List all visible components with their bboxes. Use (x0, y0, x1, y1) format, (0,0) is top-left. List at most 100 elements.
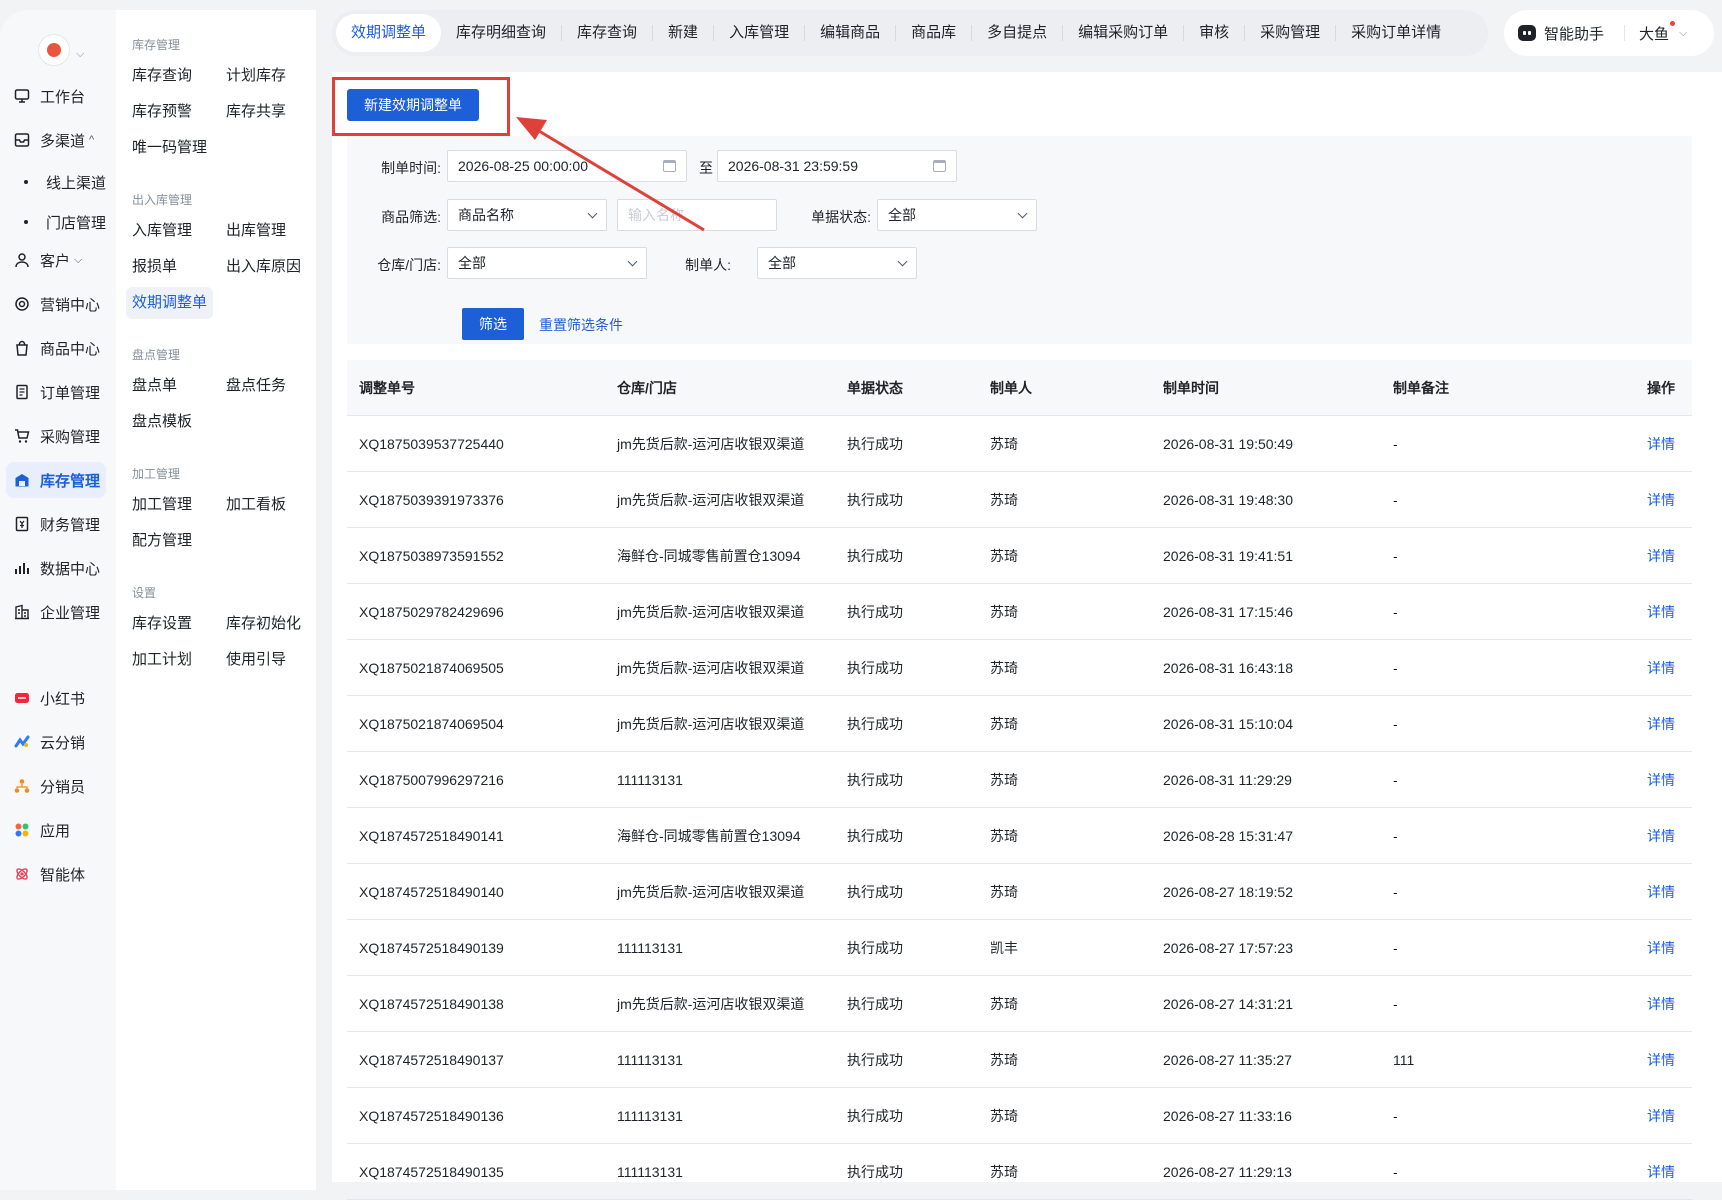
chevron-down-icon[interactable]: ⌵ (76, 48, 84, 61)
tab-goods-library[interactable]: 商品库 (896, 14, 971, 52)
menu-item-inbound[interactable]: 入库管理 (126, 215, 198, 247)
goods-name-input[interactable]: 输入名称 (617, 199, 777, 231)
rail-item-inventory[interactable]: 库存管理 (6, 462, 106, 498)
maker-select[interactable]: 全部 (757, 247, 917, 279)
table-cell: 执行成功 (847, 883, 903, 900)
menu-item-expiry-adjustment[interactable]: 效期调整单 (126, 287, 214, 319)
table-cell: 2026-08-31 19:41:51 (1163, 547, 1293, 564)
tab-inventory-query[interactable]: 库存查询 (562, 14, 652, 52)
user-menu[interactable]: 大鱼 (1639, 20, 1676, 44)
detail-link[interactable]: 详情 (1647, 1050, 1692, 1070)
menu-item-stocktake-template[interactable]: 盘点模板 (126, 406, 198, 438)
rail-item-data[interactable]: 数据中心 (6, 550, 106, 586)
menu-item-io-reasons[interactable]: 出入库原因 (220, 251, 307, 283)
detail-link[interactable]: 详情 (1647, 1162, 1692, 1182)
menu-item-inventory-settings[interactable]: 库存设置 (126, 608, 198, 640)
detail-link[interactable]: 详情 (1647, 602, 1692, 622)
table-cell: 2026-08-27 18:19:52 (1163, 883, 1293, 900)
table-cell: - (1393, 1107, 1398, 1124)
menu-item-outbound[interactable]: 出库管理 (220, 215, 292, 247)
detail-link[interactable]: 详情 (1647, 546, 1692, 566)
rail-item-customer[interactable]: 客户 ⌵ (6, 242, 106, 278)
filter-button[interactable]: 筛选 (462, 308, 524, 340)
column-header: 单据状态 (847, 379, 903, 396)
table-cell: XQ1875039537725440 (359, 435, 504, 452)
end-date-picker[interactable]: 2026-08-31 23:59:59 (717, 150, 957, 182)
tab-inbound[interactable]: 入库管理 (714, 14, 804, 52)
table-row: XQ1874572518490135 111113131 执行成功 苏琦 2026-08… (347, 1144, 1692, 1200)
menu-item-guide[interactable]: 使用引导 (220, 644, 292, 676)
store-select[interactable]: 全部 (447, 247, 647, 279)
goods-name-placeholder: 输入名称 (628, 207, 684, 223)
menu-item-inventory-alert[interactable]: 库存预警 (126, 96, 198, 128)
assistant-button[interactable]: 智能助手 (1544, 23, 1604, 44)
rail-item-stores[interactable]: 门店管理 (6, 204, 106, 240)
menu-item-unique-code[interactable]: 唯一码管理 (126, 132, 213, 164)
rail-item-enterprise[interactable]: 企业管理 (6, 594, 106, 630)
menu-item-processing-board[interactable]: 加工看板 (220, 489, 292, 521)
rail-item-goods[interactable]: 商品中心 (6, 330, 106, 366)
menu-item-processing[interactable]: 加工管理 (126, 489, 198, 521)
detail-link[interactable]: 详情 (1647, 882, 1692, 902)
reset-filters-link[interactable]: 重置筛选条件 (539, 315, 623, 335)
detail-link[interactable]: 详情 (1647, 658, 1692, 678)
menu-item-stocktake[interactable]: 盘点单 (126, 370, 183, 402)
detail-link[interactable]: 详情 (1647, 994, 1692, 1014)
column-header: 制单备注 (1393, 379, 1449, 396)
menu-item-recipes[interactable]: 配方管理 (126, 525, 198, 557)
goods-filter-type-select[interactable]: 商品名称 (447, 199, 607, 231)
menu-item-damage-report[interactable]: 报损单 (126, 251, 183, 283)
menu-item-processing-plan[interactable]: 加工计划 (126, 644, 198, 676)
table-cell: 2026-08-31 17:15:46 (1163, 603, 1293, 620)
rail-item-apps[interactable]: 应用 (6, 812, 106, 848)
rail-item-agent[interactable]: 智能体 (6, 856, 106, 892)
avatar[interactable] (38, 34, 70, 66)
rail-item-workbench[interactable]: 工作台 (6, 78, 106, 114)
menu-item-inventory-sharing[interactable]: 库存共享 (220, 96, 292, 128)
table-cell: jm先货后款-运河店收银双渠道 (617, 883, 805, 900)
detail-link[interactable]: 详情 (1647, 434, 1692, 454)
tab-inventory-detail-query[interactable]: 库存明细查询 (441, 14, 561, 52)
rail-item-finance[interactable]: 财务管理 (6, 506, 106, 542)
rail-item-channels[interactable]: 多渠道 ^ (6, 122, 106, 158)
start-date-picker[interactable]: 2026-08-25 00:00:00 (447, 150, 687, 182)
tab-edit-purchase-order[interactable]: 编辑采购订单 (1063, 14, 1183, 52)
tab-expiry-adjustment[interactable]: 效期调整单 (336, 14, 442, 52)
tab-pickup-points[interactable]: 多自提点 (972, 14, 1062, 52)
tab-purchase-order-detail[interactable]: 采购订单详情 (1336, 14, 1456, 52)
rail-item-cloud-distribution[interactable]: 云分销 (6, 724, 106, 760)
workbench-icon (14, 88, 30, 104)
menu-item-stocktake-task[interactable]: 盘点任务 (220, 370, 292, 402)
table-cell: jm先货后款-运河店收银双渠道 (617, 995, 805, 1012)
chevron-down-icon[interactable]: ⌵ (1679, 27, 1687, 40)
menu-item-inventory-query[interactable]: 库存查询 (126, 60, 198, 92)
tab-new[interactable]: 新建 (653, 14, 713, 52)
detail-link[interactable]: 详情 (1647, 826, 1692, 846)
column-header: 制单时间 (1163, 379, 1219, 396)
table-cell: 执行成功 (847, 771, 903, 788)
detail-link[interactable]: 详情 (1647, 770, 1692, 790)
rail-item-online-channels[interactable]: 线上渠道 (6, 164, 106, 200)
rail-item-orders[interactable]: 订单管理 (6, 374, 106, 410)
table-cell: XQ1875029782429696 (359, 603, 504, 620)
status-select[interactable]: 全部 (877, 199, 1037, 231)
rail-item-distributor[interactable]: 分销员 (6, 768, 106, 804)
tab-purchase-management[interactable]: 采购管理 (1245, 14, 1335, 52)
user-name: 大鱼 (1639, 25, 1670, 43)
detail-link[interactable]: 详情 (1647, 490, 1692, 510)
tab-review[interactable]: 审核 (1184, 14, 1244, 52)
table-cell: 2026-08-28 15:31:47 (1163, 827, 1293, 844)
detail-link[interactable]: 详情 (1647, 938, 1692, 958)
table-cell: 执行成功 (847, 659, 903, 676)
table-cell: 2026-08-31 11:29:29 (1163, 771, 1292, 788)
adjustment-table: 调整单号 仓库/门店 单据状态 制单人 制单时间 制单备注 操作 XQ18750… (347, 360, 1692, 1200)
menu-item-inventory-init[interactable]: 库存初始化 (220, 608, 307, 640)
detail-link[interactable]: 详情 (1647, 1106, 1692, 1126)
rail-item-purchase[interactable]: 采购管理 (6, 418, 106, 454)
rail-item-marketing[interactable]: 营销中心 (6, 286, 106, 322)
cloud-distribution-icon (14, 734, 30, 750)
detail-link[interactable]: 详情 (1647, 714, 1692, 734)
menu-item-planned-inventory[interactable]: 计划库存 (220, 60, 292, 92)
tab-edit-goods[interactable]: 编辑商品 (805, 14, 895, 52)
rail-item-xiaohongshu[interactable]: 小红书 (6, 680, 106, 716)
